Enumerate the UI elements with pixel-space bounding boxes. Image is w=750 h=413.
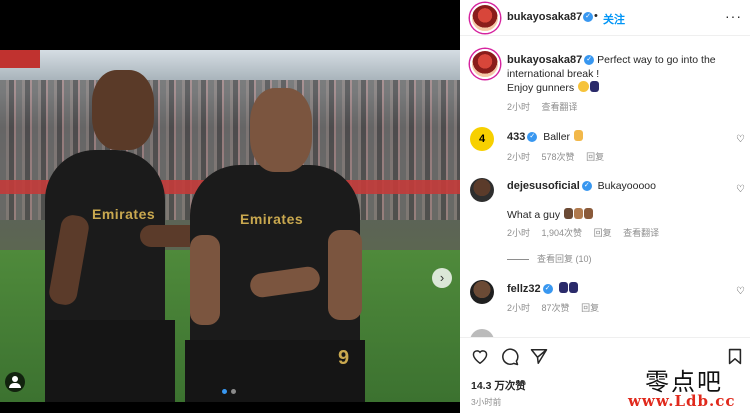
share-icon[interactable] [530, 348, 548, 365]
comment-likes[interactable]: 87次赞 [542, 303, 570, 313]
verified-badge-icon: ✓ [584, 55, 595, 66]
comment-time: 2小时 [507, 228, 531, 238]
praying-hands-emoji-icon [559, 282, 569, 293]
post-media: Emirates Emirates 9 › [0, 0, 460, 413]
comments-list[interactable]: bukayosaka87 ✓ Perfect way to go into the… [460, 37, 750, 337]
caption-username[interactable]: bukayosaka87 [507, 54, 582, 66]
laughing-emoji-icon [578, 81, 590, 92]
comment-reply-link[interactable]: 回复 [586, 152, 604, 162]
player-left-legs [45, 320, 175, 402]
post-side-panel: bukayosaka87 ✓ • 关注 ··· bukayosaka87 ✓ Pe… [460, 0, 750, 413]
verified-badge-icon: ✓ [527, 132, 538, 143]
author-username[interactable]: bukayosaka87 [507, 11, 582, 23]
likes-count[interactable]: 14.3 万次赞 [471, 378, 526, 393]
caption-translate-link[interactable]: 查看翻译 [542, 102, 578, 112]
comment-meta: 2小时 578次赞 回复 [507, 150, 613, 163]
comment-body: 433 ✓ Baller [507, 130, 583, 143]
carousel-dot [231, 389, 236, 394]
caption-meta: 2小时 查看翻译 [507, 100, 587, 113]
post-header: bukayosaka87 ✓ • 关注 ··· [460, 0, 750, 36]
verified-badge-icon: ✓ [542, 284, 553, 295]
caption-time: 2小时 [507, 102, 531, 112]
comment-avatar-433[interactable]: 4 [470, 127, 494, 151]
follow-button[interactable]: 关注 [603, 11, 625, 27]
comment-icon[interactable] [501, 348, 519, 366]
heart-icon[interactable] [471, 348, 489, 364]
comment-likes[interactable]: 1,904次赞 [542, 228, 583, 238]
carousel-dot-active [222, 389, 227, 394]
comment-meta: 2小时 1,904次赞 回复 查看翻译 [507, 226, 668, 239]
praying-hands-emoji-icon [569, 282, 579, 293]
player-left-head [92, 70, 154, 150]
player-right-arm-right [328, 230, 362, 320]
view-replies-label[interactable]: 查看回复 (10) [537, 254, 592, 264]
comment-body: dejesusoficial ✓ Bukayooooo [507, 180, 656, 192]
header-separator: • [594, 10, 598, 22]
verified-badge-icon: ✓ [583, 12, 593, 22]
player-right-head [250, 88, 312, 172]
comment-time: 2小时 [507, 152, 531, 162]
next-photo-button[interactable]: › [432, 268, 452, 288]
comment-like-heart-icon[interactable]: ♡ [736, 184, 745, 195]
comment-reply-link[interactable]: 回复 [581, 303, 599, 313]
clapping-hand-emoji-icon [573, 130, 583, 141]
comment-second-line: What a guy [507, 208, 594, 221]
shirt-sponsor-left: Emirates [92, 206, 156, 222]
bookmark-icon[interactable] [728, 348, 742, 365]
comment-likes[interactable]: 578次赞 [542, 152, 575, 162]
comment-avatar-partial[interactable] [470, 329, 494, 337]
comment-username[interactable]: fellz32 [507, 283, 541, 295]
post-photo[interactable]: Emirates Emirates 9 › [0, 50, 460, 402]
post-time: 3小时前 [471, 397, 502, 407]
carousel-indicator [222, 389, 236, 394]
caption-line-3: Enjoy gunners [507, 82, 575, 94]
view-replies-link[interactable]: 查看回复 (10) [507, 252, 592, 265]
comment-time: 2小时 [507, 303, 531, 313]
comment-text: Bukayooooo [597, 180, 656, 192]
replies-divider [507, 259, 529, 261]
shirt-sponsor-right: Emirates [240, 211, 304, 227]
comment-translate-link[interactable]: 查看翻译 [623, 228, 659, 238]
comment-avatar-fellz32[interactable] [470, 280, 494, 304]
watermark-url: www.Ldb.cc [628, 392, 736, 410]
clap-emoji-icon [584, 208, 594, 219]
post-caption: bukayosaka87 ✓ Perfect way to go into the… [507, 53, 737, 95]
shirt-number: 9 [338, 347, 350, 369]
comment-like-heart-icon[interactable]: ♡ [736, 286, 745, 297]
author-avatar[interactable] [470, 3, 500, 33]
player-right-arm-left [190, 235, 220, 325]
comment-meta: 2小时 87次赞 回复 [507, 301, 608, 314]
comment-username[interactable]: 433 [507, 131, 525, 143]
user-tag-icon[interactable] [5, 372, 25, 392]
comment-username[interactable]: dejesusoficial [507, 180, 580, 192]
comment-text: Baller [543, 131, 571, 143]
comment-body: fellz32 ✓ [507, 282, 579, 295]
stadium-roof [0, 50, 460, 80]
comment-avatar-dejesusoficial[interactable] [470, 178, 494, 202]
clap-emoji-icon [574, 208, 584, 219]
more-options-icon[interactable]: ··· [725, 8, 742, 24]
caption-line-1: Perfect way to go into the [597, 54, 716, 66]
stadium-red-accent [0, 50, 40, 68]
verified-badge-icon: ✓ [581, 181, 592, 192]
comment-reply-link[interactable]: 回复 [594, 228, 612, 238]
caption-line-2: international break ! [507, 68, 600, 80]
praying-hands-emoji-icon [590, 81, 600, 92]
comment-like-heart-icon[interactable]: ♡ [736, 134, 745, 145]
clap-emoji-icon [564, 208, 574, 219]
caption-author-avatar[interactable] [470, 49, 500, 79]
comment-reply-text: What a guy [507, 209, 561, 221]
